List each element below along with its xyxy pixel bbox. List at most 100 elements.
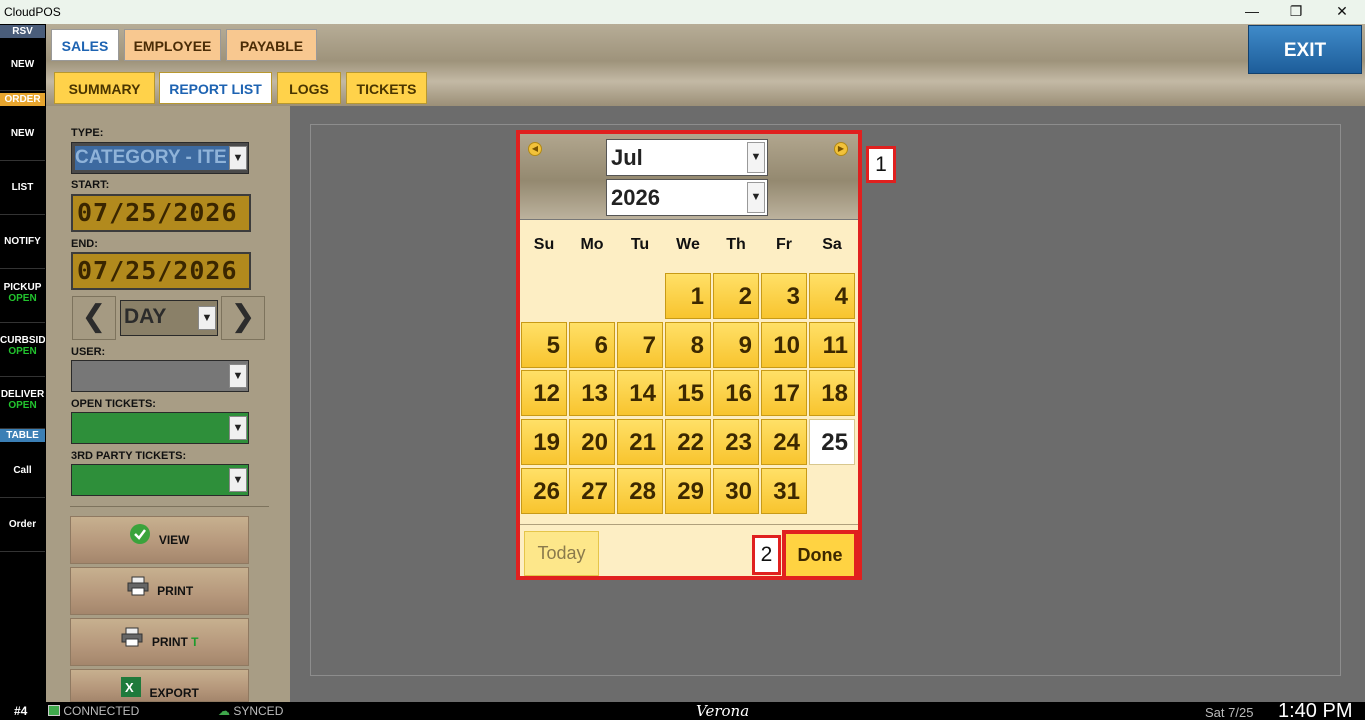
sidebar-item-call[interactable]: Call xyxy=(0,444,45,498)
printer-icon xyxy=(120,620,144,666)
day-cell-22[interactable]: 22 xyxy=(665,419,711,465)
window-title: CloudPOS xyxy=(4,5,61,19)
day-cell-8[interactable]: 8 xyxy=(665,322,711,368)
day-cell-13[interactable]: 13 xyxy=(569,370,615,416)
sidebar-item-order[interactable]: Order xyxy=(0,498,45,552)
period-select[interactable]: DAY ▼ xyxy=(120,300,218,336)
day-cell-26[interactable]: 26 xyxy=(521,468,567,514)
year-select-value: 2026 xyxy=(611,185,660,210)
network-icon xyxy=(48,705,60,716)
sidebar-item-curbside[interactable]: CURBSID OPEN xyxy=(0,323,45,377)
weekday-th: Th xyxy=(726,236,746,253)
next-period-button[interactable]: ❯ xyxy=(221,296,265,340)
close-button[interactable]: ✕ xyxy=(1319,0,1365,24)
day-cell-18[interactable]: 18 xyxy=(809,370,855,416)
day-cell-1[interactable]: 1 xyxy=(665,273,711,319)
today-button[interactable]: Today xyxy=(524,531,599,576)
day-cell-10[interactable]: 10 xyxy=(761,322,807,368)
sidebar-item-order-new[interactable]: NEW xyxy=(0,107,45,161)
day-cell-25[interactable]: 25 xyxy=(809,419,855,465)
tab-logs[interactable]: LOGS xyxy=(277,72,341,104)
printer-icon xyxy=(126,569,150,615)
tab-payable[interactable]: PAYABLE xyxy=(226,29,317,61)
day-cell-5[interactable]: 5 xyxy=(521,322,567,368)
datepicker-header: ◀ Jul ▼ 2026 ▼ ▶ xyxy=(520,134,858,220)
connected-status: CONNECTED xyxy=(48,704,139,718)
print-t-label: PRINT xyxy=(151,635,188,649)
day-cell-6[interactable]: 6 xyxy=(569,322,615,368)
sidebar-item-rsv-new[interactable]: NEW xyxy=(0,39,45,91)
month-select[interactable]: Jul ▼ xyxy=(606,139,768,176)
day-cell-21[interactable]: 21 xyxy=(617,419,663,465)
start-date-input[interactable]: 07/25/2026 xyxy=(71,194,251,232)
sidebar-item-delivery[interactable]: DELIVER OPEN xyxy=(0,377,45,429)
day-cell-24[interactable]: 24 xyxy=(761,419,807,465)
day-cell-15[interactable]: 15 xyxy=(665,370,711,416)
print-button[interactable]: PRINT xyxy=(70,567,249,615)
weekday-sa: Sa xyxy=(822,236,842,253)
connected-label: CONNECTED xyxy=(63,704,140,718)
tab-report-list[interactable]: REPORT LIST xyxy=(159,72,272,104)
day-cell-3[interactable]: 3 xyxy=(761,273,807,319)
day-cell-9[interactable]: 9 xyxy=(713,322,759,368)
day-cell-11[interactable]: 11 xyxy=(809,322,855,368)
day-cell-12[interactable]: 12 xyxy=(521,370,567,416)
day-cell-2[interactable]: 2 xyxy=(713,273,759,319)
next-month-icon[interactable]: ▶ xyxy=(834,142,848,156)
end-label: END: xyxy=(71,238,98,250)
minimize-button[interactable]: — xyxy=(1229,0,1275,24)
type-select[interactable]: CATEGORY - ITE ▼ xyxy=(71,142,249,174)
weekday-we: We xyxy=(676,236,700,253)
day-cell-30[interactable]: 30 xyxy=(713,468,759,514)
chevron-down-icon: ▼ xyxy=(747,182,765,213)
day-cell-14[interactable]: 14 xyxy=(617,370,663,416)
day-cell-19[interactable]: 19 xyxy=(521,419,567,465)
sidebar-item-list[interactable]: LIST xyxy=(0,161,45,215)
export-button[interactable]: X EXPORT xyxy=(70,669,249,702)
datepicker-footer-divider xyxy=(520,524,858,525)
day-cell-28[interactable]: 28 xyxy=(617,468,663,514)
year-select[interactable]: 2026 ▼ xyxy=(606,179,768,216)
view-button[interactable]: VIEW xyxy=(70,516,249,564)
chevron-down-icon: ▼ xyxy=(229,364,247,388)
period-select-value: DAY xyxy=(124,305,167,328)
sidebar-item-pickup[interactable]: PICKUP OPEN xyxy=(0,269,45,323)
day-cell-4[interactable]: 4 xyxy=(809,273,855,319)
pickup-status: OPEN xyxy=(8,293,37,304)
end-date-input[interactable]: 07/25/2026 xyxy=(71,252,251,290)
sidebar-header-table: TABLE xyxy=(0,429,45,442)
status-date: Sat 7/25 xyxy=(1205,705,1254,720)
tab-employee[interactable]: EMPLOYEE xyxy=(124,29,221,61)
day-cell-16[interactable]: 16 xyxy=(713,370,759,416)
user-label: USER: xyxy=(71,346,106,358)
day-cell-29[interactable]: 29 xyxy=(665,468,711,514)
annotation-badge-1: 1 xyxy=(866,146,896,183)
open-tickets-select[interactable]: ▼ xyxy=(71,412,249,444)
print-label: PRINT xyxy=(157,584,194,598)
day-cell-17[interactable]: 17 xyxy=(761,370,807,416)
user-select[interactable]: ▼ xyxy=(71,360,249,392)
tab-sales[interactable]: SALES xyxy=(51,29,119,61)
tab-tickets[interactable]: TICKETS xyxy=(346,72,427,104)
status-bar: #4 CONNECTED ☁ SYNCED Verona Sat 7/25 1:… xyxy=(0,700,1365,720)
day-cell-20[interactable]: 20 xyxy=(569,419,615,465)
day-cell-31[interactable]: 31 xyxy=(761,468,807,514)
synced-status: ☁ SYNCED xyxy=(218,704,283,718)
divider xyxy=(70,506,269,507)
sidebar-item-notify[interactable]: NOTIFY xyxy=(0,215,45,269)
print-t-button[interactable]: PRINT T xyxy=(70,618,249,666)
day-cell-23[interactable]: 23 xyxy=(713,419,759,465)
synced-label: SYNCED xyxy=(233,704,284,718)
prev-month-icon[interactable]: ◀ xyxy=(528,142,542,156)
day-cell-27[interactable]: 27 xyxy=(569,468,615,514)
restore-button[interactable]: ❐ xyxy=(1273,0,1319,24)
terminal-number: #4 xyxy=(14,704,28,718)
exit-button[interactable]: EXIT xyxy=(1248,25,1362,74)
prev-period-button[interactable]: ❮ xyxy=(72,296,116,340)
day-cell-7[interactable]: 7 xyxy=(617,322,663,368)
third-party-tickets-select[interactable]: ▼ xyxy=(71,464,249,496)
pickup-label: PICKUP xyxy=(3,282,42,293)
done-button[interactable]: Done xyxy=(782,530,858,580)
weekday-tu: Tu xyxy=(630,236,650,253)
tab-summary[interactable]: SUMMARY xyxy=(54,72,155,104)
